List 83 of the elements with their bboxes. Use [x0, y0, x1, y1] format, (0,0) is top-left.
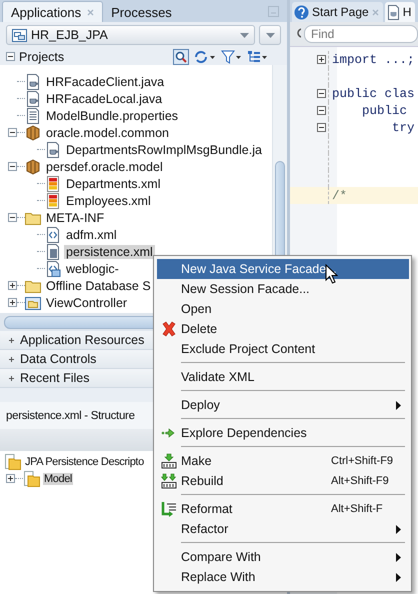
code-line: import ...; [332, 52, 415, 66]
expander-icon[interactable] [6, 474, 15, 483]
tree-item[interactable]: META-INF [44, 210, 106, 224]
shortcut-label: Alt+Shift-F9 [331, 475, 390, 487]
code-line: /* [332, 188, 348, 202]
collapse-icon[interactable] [6, 52, 15, 61]
code-line: public [361, 104, 408, 118]
help-icon [294, 4, 309, 20]
menu-item[interactable]: Deploy [157, 395, 409, 415]
panel-tab[interactable]: Applications [2, 1, 104, 22]
shortcut-label: Ctrl+Shift-F9 [331, 455, 394, 467]
menu-item[interactable]: Explore Dependencies [157, 423, 409, 443]
box-icon [25, 124, 41, 140]
folder-icon [23, 470, 40, 487]
expander-icon[interactable] [8, 162, 17, 171]
fold-icon[interactable] [317, 55, 326, 64]
expander-icon[interactable] [8, 213, 17, 222]
tree-item[interactable]: JPA Persistence Descripto [24, 456, 145, 468]
tree-item[interactable]: ModelBundle.properties [44, 108, 180, 122]
editor-tab[interactable]: Start Page [292, 2, 383, 22]
panel-title: Projects [19, 50, 64, 64]
menu-item[interactable]: Make Ctrl+Shift-F9 [157, 451, 409, 471]
menu-item[interactable]: Rebuild Alt+Shift-F9 [157, 471, 409, 491]
format-icon [161, 501, 177, 517]
tree-item[interactable]: persdef.oracle.model [44, 160, 165, 174]
cup-document-icon [25, 74, 41, 90]
code-line: public clas [332, 86, 415, 100]
cup-document-icon [25, 90, 41, 106]
table-file-icon [45, 192, 61, 208]
tree-item[interactable]: oracle.model.common [44, 126, 171, 140]
expand-icon[interactable] [7, 354, 16, 364]
expand-icon[interactable] [7, 374, 16, 382]
folder-icon [25, 294, 41, 310]
find-field[interactable]: Find [304, 25, 418, 43]
menu-item[interactable]: Replace With [157, 567, 409, 587]
tree-item[interactable]: HRFacadeLocal.java [44, 92, 164, 106]
fold-icon[interactable] [317, 89, 326, 98]
menu-item[interactable]: Refactor [157, 519, 409, 539]
shortcut-label: Alt+Shift-F [331, 503, 384, 515]
expander-icon[interactable] [8, 298, 17, 307]
menu-button[interactable] [259, 25, 281, 45]
editor-tab[interactable]: H [384, 2, 416, 22]
delete-icon [161, 321, 177, 337]
dropdown-arrow-icon [266, 32, 274, 38]
cup-document-icon [45, 142, 61, 158]
tree-item[interactable]: Model [43, 472, 73, 484]
table-file-icon [45, 176, 61, 192]
tree-item[interactable]: persistence.xml [64, 244, 155, 258]
menu-item[interactable]: Compare With [157, 547, 409, 567]
document-icon [25, 108, 41, 124]
application-selector[interactable]: HR_EJB_JPA [6, 25, 255, 45]
sync-icon[interactable] [193, 48, 217, 64]
code-line: try [391, 120, 415, 134]
tree-item[interactable]: Departments.xml [64, 176, 162, 190]
tree-item[interactable]: HRFacadeClient.java [44, 74, 166, 88]
panel-tab[interactable]: Processes [103, 2, 180, 22]
tree-item[interactable]: Offline Database S [44, 278, 153, 292]
menu-item[interactable]: Open [157, 299, 409, 319]
tree-item[interactable]: DepartmentsRowImplMsgBundle.ja [64, 142, 264, 156]
menu-item[interactable]: Reformat Alt+Shift-F [157, 499, 409, 519]
tree-item[interactable]: weblogic- [64, 262, 121, 276]
panel-title: persistence.xml - Structure [6, 410, 135, 422]
dropdown-arrow-icon [240, 32, 249, 38]
tree-item[interactable]: Employees.xml [64, 194, 153, 208]
expander-icon[interactable] [8, 128, 17, 137]
build-icon [161, 473, 177, 489]
tree-item[interactable]: adfm.xml [64, 228, 119, 242]
fold-icon[interactable] [317, 106, 326, 115]
tree-item[interactable]: ViewController [44, 296, 130, 310]
cup-document-icon [386, 4, 400, 20]
expand-icon[interactable] [7, 336, 16, 344]
database-file-icon [45, 244, 61, 260]
build-icon [161, 453, 177, 469]
tree-layout-icon[interactable] [247, 48, 269, 64]
code-file-icon [45, 226, 61, 242]
menu-item[interactable]: New Session Facade... [157, 279, 409, 299]
arrow-icon [161, 428, 177, 438]
application-icon [12, 28, 27, 42]
expander-icon[interactable] [8, 281, 17, 290]
code-file-icon [45, 260, 61, 276]
filter-icon[interactable] [221, 48, 243, 64]
fold-icon[interactable] [317, 123, 326, 132]
box-icon [25, 158, 41, 174]
